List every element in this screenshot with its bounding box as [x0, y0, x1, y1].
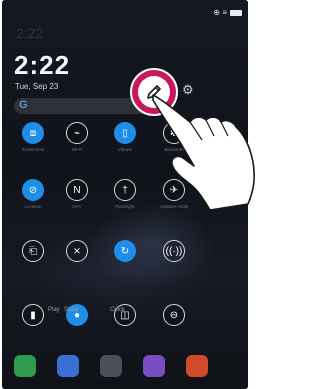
screen-capture-icon: ⧈: [29, 127, 37, 139]
location-icon: ⊘: [28, 184, 38, 196]
tile-label: Wi-Fi: [71, 147, 83, 152]
clock-time: 2:22: [14, 50, 71, 80]
tile-label: Location: [24, 204, 42, 209]
hotspot-icon: ((·)): [165, 245, 183, 257]
tile-nfc[interactable]: N: [66, 179, 88, 201]
battery-saver-icon: ▮: [30, 309, 36, 321]
tile-label: NFC: [72, 204, 82, 209]
google-icon: G: [19, 99, 28, 111]
tile-label: Screenshot: [21, 147, 45, 152]
messages-app[interactable]: [57, 355, 79, 377]
sync-icon: ↻: [120, 245, 130, 257]
phone-app[interactable]: [14, 355, 36, 377]
vibrate-icon: ▯: [122, 127, 128, 139]
gallery-app[interactable]: [143, 355, 165, 377]
app-label: Store: [64, 307, 79, 313]
tile-label: Vibrate: [117, 147, 133, 152]
flashlight-icon: †: [122, 184, 128, 196]
tile-hotspot[interactable]: ((·)): [163, 240, 185, 262]
status-icons: ⊕ ≡: [213, 8, 227, 17]
tile-label: Flashlight: [115, 204, 135, 209]
tile-screen-mirror[interactable]: ⎗: [22, 240, 44, 262]
tile-wifi[interactable]: ⌁: [66, 122, 88, 144]
tile-vibrate[interactable]: ▯: [114, 122, 136, 144]
tile-do-not-disturb[interactable]: ⊖: [163, 304, 185, 326]
screen-mirror-icon: ⎗: [29, 245, 37, 257]
tile-sync[interactable]: ↻: [114, 240, 136, 262]
tile-sound-off[interactable]: ⨯: [66, 240, 88, 262]
faded-clock: 2:22: [16, 25, 44, 41]
tile-flashlight[interactable]: †: [114, 179, 136, 201]
camera-app[interactable]: [100, 355, 122, 377]
clock-date: Tue, Sep 23: [15, 82, 59, 91]
do-not-disturb-icon: ⊖: [169, 309, 179, 321]
nfc-icon: N: [73, 184, 81, 196]
pointing-hand-icon: [152, 94, 255, 211]
app-label: Clock: [110, 307, 126, 313]
dock: [2, 355, 248, 389]
tile-screen-capture[interactable]: ⧈: [22, 122, 44, 144]
tile-location[interactable]: ⊘: [22, 179, 44, 201]
sound-off-icon: ⨯: [72, 245, 82, 257]
app-label: Play: [48, 307, 60, 313]
status-bar: ⊕ ≡: [213, 8, 242, 17]
wifi-icon: ⌁: [73, 127, 81, 139]
browser-app[interactable]: [186, 355, 208, 377]
tile-battery-saver[interactable]: ▮: [22, 304, 44, 326]
battery-icon: [230, 9, 242, 16]
